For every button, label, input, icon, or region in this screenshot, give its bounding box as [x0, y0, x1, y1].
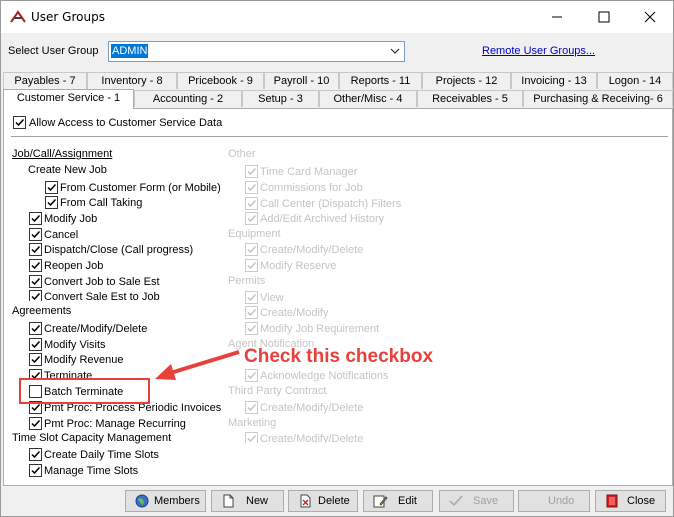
- permissions-content: Allow Access to Customer Service Data Jo…: [1, 1, 673, 516]
- marketing-cmd-checkbox: [245, 432, 258, 443]
- checkmark-icon: [47, 198, 57, 207]
- pmt-recurring-checkbox[interactable]: [29, 417, 42, 430]
- archived-history-checkbox: [245, 212, 258, 225]
- manage-slots-label: Manage Time Slots: [44, 465, 139, 477]
- call-center-label: Call Center (Dispatch) Filters: [260, 198, 402, 210]
- checkmark-icon: [247, 308, 257, 317]
- create-daily-slots-checkbox[interactable]: [29, 448, 42, 461]
- agreements-section-header: Agreements: [12, 305, 72, 317]
- convert-sale-checkbox[interactable]: [29, 290, 42, 301]
- commissions-label: Commissions for Job: [260, 182, 363, 194]
- permits-section-header: Permits: [228, 275, 266, 287]
- time-card-label: Time Card Manager: [260, 166, 358, 178]
- permits-create-modify-label: Create/Modify: [260, 307, 329, 319]
- convert-job-label: Convert Job to Sale Est: [44, 276, 160, 288]
- allow-access-label: Allow Access to Customer Service Data: [29, 117, 223, 129]
- third-party-cmd-checkbox: [245, 401, 258, 414]
- divider: [11, 136, 668, 137]
- checkmark-icon: [31, 214, 41, 223]
- annotation-arrow-icon: [155, 350, 240, 380]
- reopen-job-checkbox[interactable]: [29, 259, 42, 272]
- checkmark-icon: [31, 292, 41, 301]
- checkmark-icon: [247, 293, 257, 302]
- checkmark-icon: [247, 167, 257, 176]
- checkmark-icon: [247, 199, 257, 208]
- checkmark-icon: [31, 324, 41, 333]
- create-new-job-label: Create New Job: [28, 164, 107, 176]
- third-party-header: Third Party Contract: [228, 385, 327, 397]
- annotation-highlight-box: [19, 378, 150, 404]
- modify-job-checkbox[interactable]: [29, 212, 42, 225]
- from-customer-form-label: From Customer Form (or Mobile): [60, 182, 221, 194]
- modify-job-req-label: Modify Job Requirement: [260, 323, 380, 335]
- checkmark-icon: [31, 277, 41, 286]
- from-customer-form-checkbox[interactable]: [45, 181, 58, 194]
- commissions-checkbox: [245, 181, 258, 194]
- convert-sale-label: Convert Sale Est to Job: [44, 291, 160, 301]
- checkmark-icon: [47, 183, 57, 192]
- modify-reserve-label: Modify Reserve: [260, 260, 337, 272]
- checkmark-icon: [15, 118, 25, 127]
- allow-access-checkbox[interactable]: [13, 116, 26, 129]
- agreements-create-modify-delete-label: Create/Modify/Delete: [44, 323, 148, 335]
- marketing-cmd-row: Create/Modify/Delete: [245, 432, 375, 443]
- user-groups-window: User Groups Select User Group ADMIN Remo…: [0, 0, 674, 517]
- checkmark-icon: [31, 230, 41, 239]
- convert-sale-row: Convert Sale Est to Job: [29, 290, 229, 301]
- modify-revenue-checkbox[interactable]: [29, 353, 42, 366]
- reopen-job-label: Reopen Job: [44, 260, 104, 272]
- checkmark-icon: [31, 261, 41, 270]
- checkmark-icon: [31, 466, 41, 475]
- third-party-cmd-label: Create/Modify/Delete: [260, 402, 364, 414]
- modify-reserve-checkbox: [245, 259, 258, 272]
- checkmark-icon: [31, 450, 41, 459]
- checkmark-icon: [31, 245, 41, 254]
- modify-job-label: Modify Job: [44, 213, 98, 225]
- checkmark-icon: [31, 340, 41, 349]
- checkmark-icon: [247, 261, 257, 270]
- create-daily-slots-label: Create Daily Time Slots: [44, 449, 159, 461]
- checkmark-icon: [247, 434, 257, 443]
- checkmark-icon: [31, 355, 41, 364]
- pmt-recurring-label: Pmt Proc: Manage Recurring: [44, 418, 186, 430]
- modify-visits-checkbox[interactable]: [29, 338, 42, 351]
- equipment-section-header: Equipment: [228, 228, 281, 240]
- modify-visits-label: Modify Visits: [44, 339, 106, 351]
- checkmark-icon: [31, 419, 41, 428]
- ack-notifications-label: Acknowledge Notifications: [260, 370, 389, 382]
- checkmark-icon: [247, 324, 257, 333]
- cancel-checkbox[interactable]: [29, 228, 42, 241]
- annotation-text: Check this checkbox: [244, 346, 434, 367]
- from-call-taking-label: From Call Taking: [60, 197, 143, 209]
- time-card-checkbox: [245, 165, 258, 178]
- cancel-label: Cancel: [44, 229, 79, 241]
- equipment-cmd-checkbox: [245, 243, 258, 256]
- dispatch-close-label: Dispatch/Close (Call progress): [44, 244, 194, 256]
- archived-history-label: Add/Edit Archived History: [260, 213, 385, 225]
- dispatch-close-checkbox[interactable]: [29, 243, 42, 256]
- timeslot-section-header: Time Slot Capacity Management: [12, 432, 172, 444]
- checkmark-icon: [247, 183, 257, 192]
- permits-view-label: View: [260, 292, 284, 304]
- agreements-create-modify-delete-checkbox[interactable]: [29, 322, 42, 335]
- checkmark-icon: [247, 403, 257, 412]
- marketing-header: Marketing: [228, 417, 277, 429]
- permits-create-modify-checkbox: [245, 306, 258, 319]
- manage-slots-checkbox[interactable]: [29, 464, 42, 477]
- modify-job-req-checkbox: [245, 322, 258, 335]
- call-center-checkbox: [245, 197, 258, 210]
- permits-view-checkbox: [245, 291, 258, 304]
- checkmark-icon: [247, 245, 257, 254]
- equipment-cmd-label: Create/Modify/Delete: [260, 244, 364, 256]
- ack-notifications-checkbox: [245, 369, 258, 382]
- checkmark-icon: [247, 371, 257, 380]
- from-call-taking-checkbox[interactable]: [45, 196, 58, 209]
- checkmark-icon: [247, 214, 257, 223]
- convert-job-checkbox[interactable]: [29, 275, 42, 288]
- modify-revenue-label: Modify Revenue: [44, 354, 124, 366]
- job-section-header: Job/Call/Assignment: [12, 148, 113, 160]
- other-section-header: Other: [228, 148, 256, 160]
- marketing-cmd-label: Create/Modify/Delete: [260, 433, 364, 443]
